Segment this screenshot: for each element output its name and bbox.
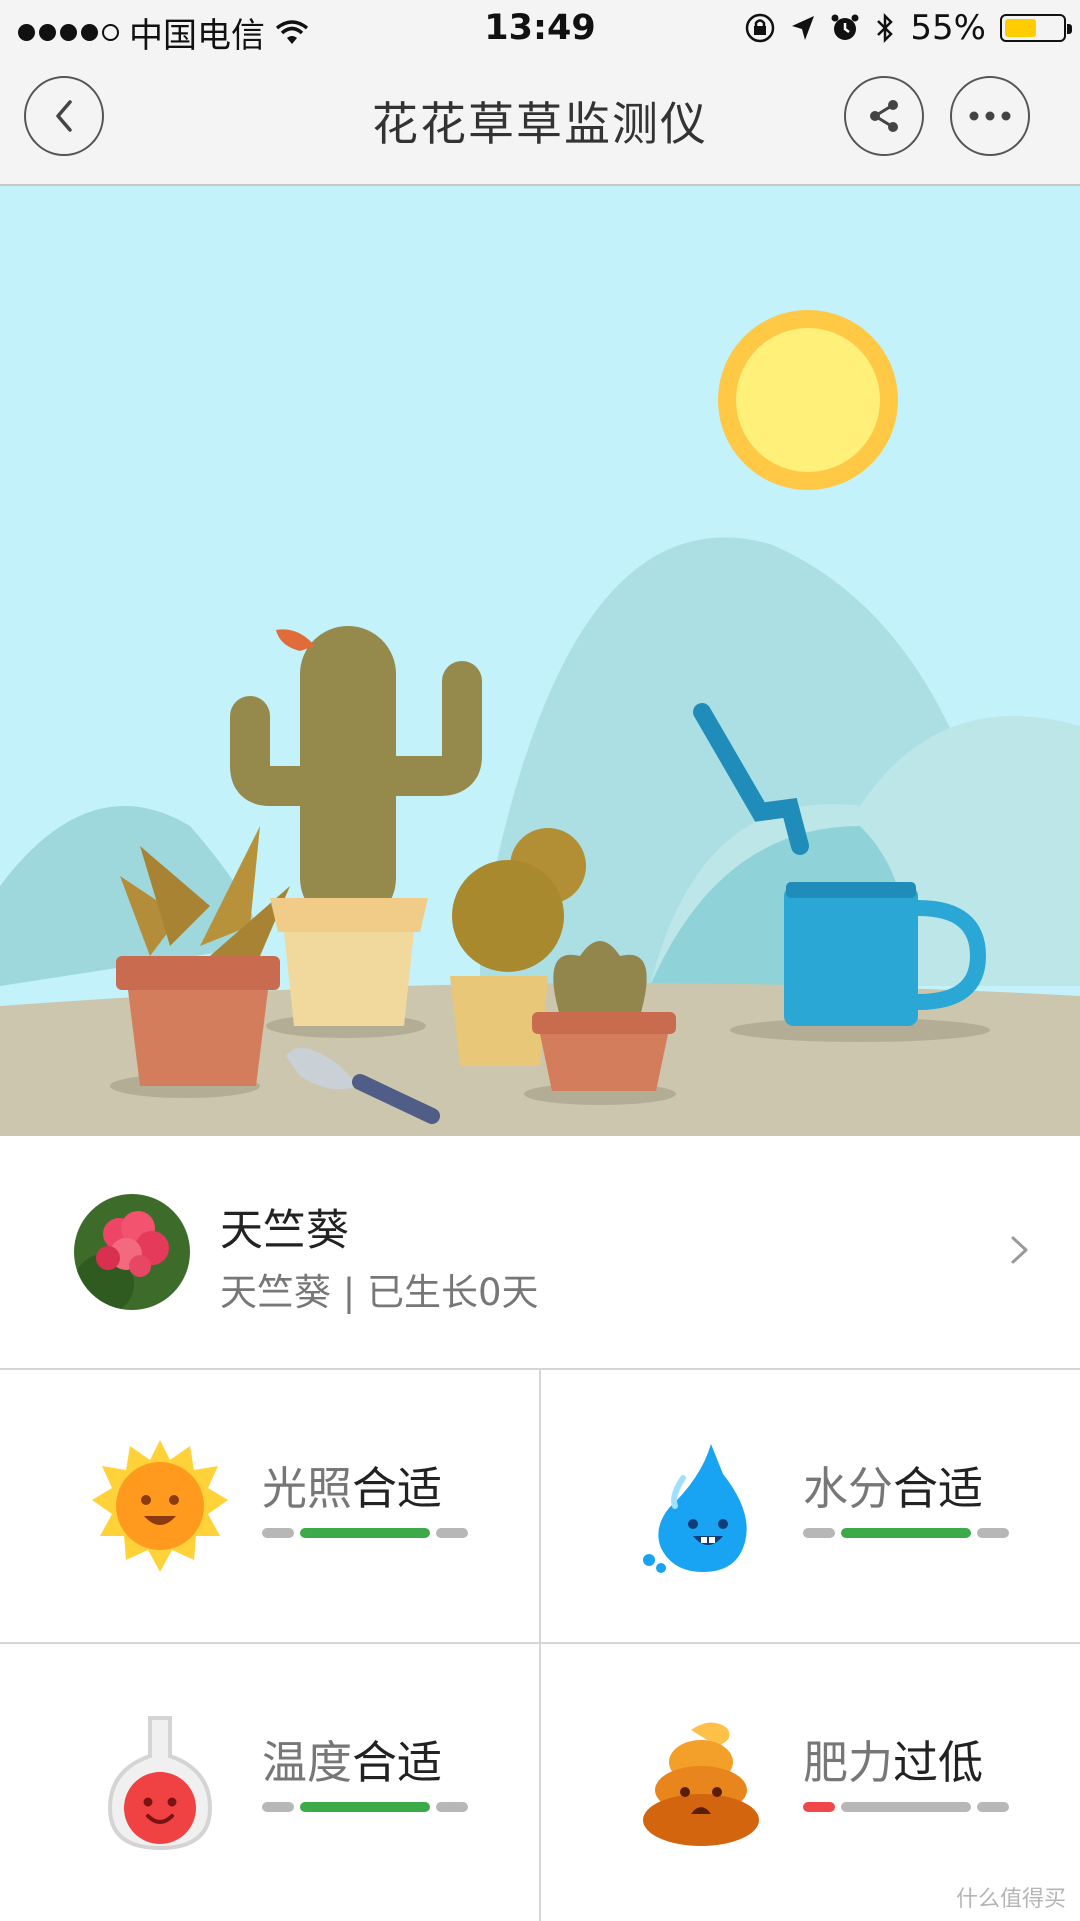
level-seg-normal — [841, 1802, 971, 1812]
level-seg-high — [436, 1802, 468, 1812]
poop-face-icon — [643, 1722, 759, 1846]
metric-cell-water[interactable]: 水分合适 — [541, 1370, 1080, 1642]
water-drop-face-icon — [643, 1444, 747, 1573]
level-seg-low — [803, 1802, 835, 1812]
metric-cell-temperature[interactable]: 温度合适 — [0, 1644, 539, 1916]
metric-status: 合适 — [352, 1736, 443, 1789]
metric-label-temperature: 温度合适 — [262, 1726, 442, 1791]
level-seg-high — [977, 1528, 1009, 1538]
more-dots-icon — [969, 111, 1011, 121]
metric-key: 光照 — [262, 1462, 353, 1515]
more-button[interactable] — [950, 76, 1030, 156]
grid-divider-vertical — [539, 1370, 541, 1921]
alarm-icon — [831, 14, 859, 40]
level-seg-low — [262, 1528, 294, 1538]
bluetooth-icon — [877, 12, 894, 44]
metric-cell-light[interactable]: 光照合适 — [0, 1370, 539, 1642]
metric-status: 过低 — [893, 1736, 984, 1789]
level-seg-low — [262, 1802, 294, 1812]
status-right: 55% — [744, 8, 1072, 48]
metric-key: 水分 — [803, 1462, 894, 1515]
plant-name: 天竺葵 — [220, 1206, 349, 1256]
sun-illustration — [718, 310, 898, 490]
metric-cell-fertility[interactable]: 肥力过低 — [541, 1644, 1080, 1916]
rotation-lock-icon — [746, 13, 775, 43]
garden-illustration — [0, 186, 1080, 1136]
metric-key: 肥力 — [803, 1736, 894, 1789]
metric-label-fertility: 肥力过低 — [803, 1726, 983, 1791]
metric-level-bar — [803, 1528, 1009, 1538]
level-seg-normal — [300, 1802, 430, 1812]
thermometer-bulb-face-icon — [107, 1716, 213, 1851]
grid-divider-horizontal — [0, 1642, 1080, 1644]
metric-level-bar — [262, 1528, 468, 1538]
battery-icon — [1000, 14, 1072, 42]
level-seg-low — [803, 1528, 835, 1538]
plant-avatar — [74, 1194, 190, 1310]
plant-subtitle: 天竺葵 | 已生长0天 — [220, 1271, 539, 1314]
level-seg-high — [977, 1802, 1009, 1812]
metric-status: 合适 — [352, 1462, 443, 1515]
metric-label-light: 光照合适 — [262, 1452, 442, 1517]
battery-percent: 55% — [910, 8, 986, 48]
status-bar: 中国电信 13:49 55% — [0, 0, 1080, 58]
metric-label-water: 水分合适 — [803, 1452, 983, 1517]
metric-level-bar — [262, 1802, 468, 1812]
level-seg-normal — [300, 1528, 430, 1538]
share-button[interactable] — [844, 76, 924, 156]
watermark: 什么值得买 — [955, 1887, 1066, 1912]
metric-status: 合适 — [893, 1462, 984, 1515]
share-icon — [870, 100, 898, 132]
plant-info-row[interactable]: 天竺葵 天竺葵 | 已生长0天 — [0, 1136, 1080, 1370]
level-seg-high — [436, 1528, 468, 1538]
metrics-grid: 光照合适 水分合适 温度合适 肥力过低 — [0, 1370, 1080, 1921]
location-arrow-icon — [792, 16, 815, 40]
navigation-bar: 花花草草监测仪 — [0, 58, 1080, 186]
level-seg-normal — [841, 1528, 971, 1538]
sun-face-icon — [92, 1440, 228, 1572]
metric-level-bar — [803, 1802, 1009, 1812]
chevron-right-icon — [1011, 1236, 1028, 1264]
metric-key: 温度 — [262, 1736, 353, 1789]
